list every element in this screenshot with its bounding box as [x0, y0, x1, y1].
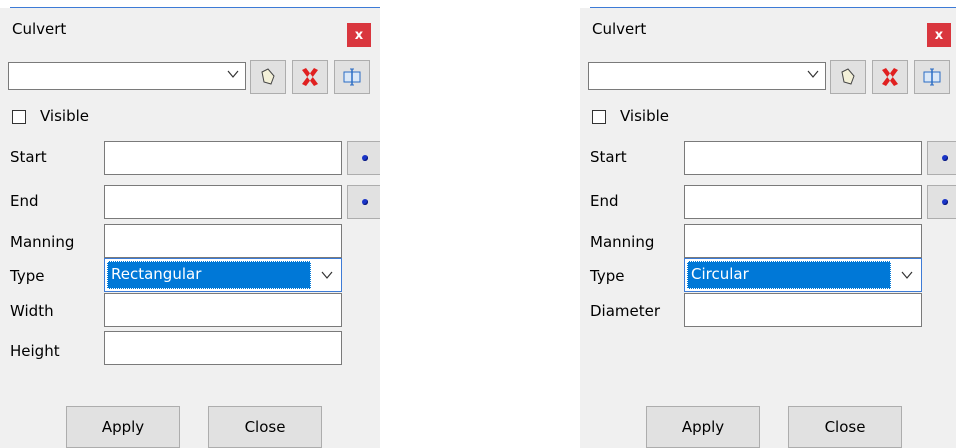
visible-label: Visible [40, 107, 89, 125]
pick-start-button[interactable] [927, 141, 956, 175]
chevron-down-icon [321, 271, 333, 279]
edit-shape-button[interactable] [830, 60, 866, 94]
start-field[interactable] [104, 141, 342, 175]
delete-icon [302, 68, 318, 86]
end-field[interactable] [104, 185, 342, 219]
apply-button[interactable]: Apply [646, 406, 760, 448]
pick-end-button[interactable] [347, 185, 380, 219]
visible-label: Visible [620, 107, 669, 125]
start-label: Start [590, 148, 627, 166]
pick-point-icon [942, 199, 948, 205]
edit-shape-icon [841, 68, 855, 85]
dialog-corner [580, 8, 590, 18]
close-button[interactable]: Close [788, 406, 902, 448]
chevron-down-icon [901, 271, 913, 279]
dialog-title: Culvert [592, 20, 647, 38]
properties-button[interactable] [914, 60, 950, 94]
type-label: Type [590, 267, 625, 285]
height-label: Height [10, 342, 60, 360]
manning-label: Manning [10, 233, 75, 251]
properties-button[interactable] [334, 60, 370, 94]
apply-button[interactable]: Apply [66, 406, 180, 448]
end-label: End [10, 192, 39, 210]
pick-point-icon [362, 155, 368, 161]
edit-shape-button[interactable] [250, 60, 286, 94]
diameter-label: Diameter [590, 302, 661, 320]
width-field[interactable] [104, 293, 342, 327]
pick-start-button[interactable] [347, 141, 380, 175]
manning-label: Manning [590, 233, 655, 251]
diameter-field[interactable] [684, 293, 922, 327]
dialog-title: Culvert [12, 20, 67, 38]
type-select-value: Circular [687, 261, 891, 289]
end-label: End [590, 192, 619, 210]
culvert-select[interactable] [588, 62, 826, 90]
chevron-down-icon [227, 70, 239, 78]
manning-field[interactable] [104, 224, 342, 258]
type-select[interactable]: Circular [684, 258, 922, 292]
start-field[interactable] [684, 141, 922, 175]
title-underline [10, 7, 380, 8]
culvert-dialog-rectangular: Culvert x Visible Start End Manning Type… [0, 0, 380, 448]
pick-end-button[interactable] [927, 185, 956, 219]
dialog-corner [0, 8, 10, 18]
chevron-down-icon [807, 70, 819, 78]
properties-icon [923, 68, 941, 86]
start-label: Start [10, 148, 47, 166]
end-field[interactable] [684, 185, 922, 219]
width-label: Width [10, 302, 54, 320]
edit-shape-icon [261, 68, 275, 85]
type-select[interactable]: Rectangular [104, 258, 342, 292]
type-select-value: Rectangular [107, 261, 311, 289]
delete-button[interactable] [872, 60, 908, 94]
pick-point-icon [362, 199, 368, 205]
culvert-select[interactable] [8, 62, 246, 90]
close-button[interactable]: Close [208, 406, 322, 448]
type-label: Type [10, 267, 45, 285]
manning-field[interactable] [684, 224, 922, 258]
delete-icon [882, 68, 898, 86]
visible-checkbox[interactable] [592, 110, 606, 124]
properties-icon [343, 68, 361, 86]
culvert-dialog-circular: Culvert x Visible Start End Manning Type… [580, 0, 956, 448]
visible-checkbox[interactable] [12, 110, 26, 124]
close-dialog-button[interactable]: x [927, 23, 951, 47]
height-field[interactable] [104, 331, 342, 365]
delete-button[interactable] [292, 60, 328, 94]
pick-point-icon [942, 155, 948, 161]
close-dialog-button[interactable]: x [347, 23, 371, 47]
title-underline [590, 7, 956, 8]
